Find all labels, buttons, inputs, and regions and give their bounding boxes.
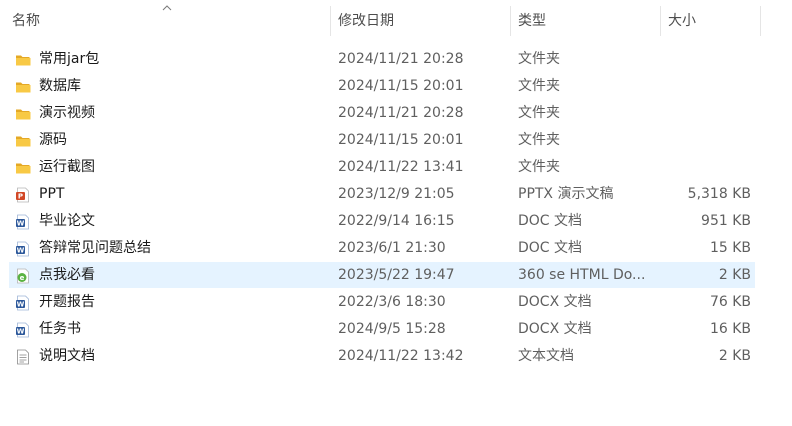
file-name: 开题报告 bbox=[39, 294, 95, 310]
file-row[interactable]: e 点我必看 2023/5/22 19:47 360 se HTML Do... 2 K… bbox=[9, 262, 755, 288]
file-name: 毕业论文 bbox=[39, 213, 95, 229]
file-modified-date: 2024/11/15 20:01 bbox=[338, 78, 464, 94]
folder-icon bbox=[15, 78, 31, 94]
file-name: PPT bbox=[39, 186, 65, 202]
file-size: 15 KB bbox=[709, 240, 751, 256]
folder-row[interactable]: 数据库 2024/11/15 20:01 文件夹 bbox=[9, 73, 755, 99]
file-size: 5,318 KB bbox=[687, 186, 751, 202]
column-header-size[interactable]: 大小 bbox=[668, 0, 696, 42]
file-name: 答辩常见问题总结 bbox=[39, 240, 151, 256]
file-name: 点我必看 bbox=[39, 267, 95, 283]
file-type: 文件夹 bbox=[518, 78, 560, 94]
file-size: 76 KB bbox=[709, 294, 751, 310]
column-header-bar: 名称 修改日期 类型 大小 bbox=[0, 0, 792, 42]
file-type: PPTX 演示文稿 bbox=[518, 186, 614, 202]
file-modified-date: 2023/12/9 21:05 bbox=[338, 186, 455, 202]
file-type: 文本文档 bbox=[518, 348, 574, 364]
file-modified-date: 2024/11/21 20:28 bbox=[338, 105, 464, 121]
doc-file-icon: W bbox=[15, 240, 31, 257]
file-modified-date: 2022/3/6 18:30 bbox=[338, 294, 446, 310]
file-modified-date: 2024/11/21 20:28 bbox=[338, 51, 464, 67]
svg-text:P: P bbox=[18, 193, 23, 201]
file-size: 2 KB bbox=[718, 348, 751, 364]
folder-icon bbox=[15, 132, 31, 148]
file-name: 演示视频 bbox=[39, 105, 95, 121]
file-modified-date: 2024/11/15 20:01 bbox=[338, 132, 464, 148]
chevron-up-icon bbox=[162, 5, 172, 11]
column-divider[interactable] bbox=[760, 6, 761, 36]
file-type: DOC 文档 bbox=[518, 240, 583, 256]
file-size: 951 KB bbox=[701, 213, 751, 229]
svg-text:W: W bbox=[17, 301, 25, 309]
text-file-icon bbox=[15, 348, 31, 365]
file-row[interactable]: W 答辩常见问题总结 2023/6/1 21:30 DOC 文档 15 KB bbox=[9, 235, 755, 261]
file-modified-date: 2023/5/22 19:47 bbox=[338, 267, 455, 283]
doc-file-icon: W bbox=[15, 294, 31, 311]
pptx-file-icon: P bbox=[15, 186, 31, 203]
file-row[interactable]: W 毕业论文 2022/9/14 16:15 DOC 文档 951 KB bbox=[9, 208, 755, 234]
file-type: DOCX 文档 bbox=[518, 294, 592, 310]
column-divider[interactable] bbox=[510, 6, 511, 36]
file-modified-date: 2022/9/14 16:15 bbox=[338, 213, 455, 229]
file-row[interactable]: W 任务书 2024/9/5 15:28 DOCX 文档 16 KB bbox=[9, 316, 755, 342]
folder-icon bbox=[15, 159, 31, 175]
folder-row[interactable]: 运行截图 2024/11/22 13:41 文件夹 bbox=[9, 154, 755, 180]
column-divider[interactable] bbox=[660, 6, 661, 36]
doc-file-icon: W bbox=[15, 213, 31, 230]
folder-icon bbox=[15, 105, 31, 121]
file-size: 16 KB bbox=[709, 321, 751, 337]
file-name: 说明文档 bbox=[39, 348, 95, 364]
file-size: 2 KB bbox=[718, 267, 751, 283]
svg-text:W: W bbox=[17, 328, 25, 336]
file-type: 文件夹 bbox=[518, 51, 560, 67]
doc-file-icon: W bbox=[15, 321, 31, 338]
file-name: 源码 bbox=[39, 132, 67, 148]
html-file-icon: e bbox=[15, 267, 31, 284]
file-type: 文件夹 bbox=[518, 105, 560, 121]
column-header-name[interactable]: 名称 bbox=[12, 0, 40, 42]
file-type: 文件夹 bbox=[518, 132, 560, 148]
folder-row[interactable]: 源码 2024/11/15 20:01 文件夹 bbox=[9, 127, 755, 153]
file-row[interactable]: P PPT 2023/12/9 21:05 PPTX 演示文稿 5,318 KB bbox=[9, 181, 755, 207]
file-type: DOCX 文档 bbox=[518, 321, 592, 337]
file-modified-date: 2024/11/22 13:41 bbox=[338, 159, 464, 175]
file-row[interactable]: 说明文档 2024/11/22 13:42 文本文档 2 KB bbox=[9, 343, 755, 369]
file-name: 数据库 bbox=[39, 78, 81, 94]
column-divider[interactable] bbox=[330, 6, 331, 36]
file-modified-date: 2024/11/22 13:42 bbox=[338, 348, 464, 364]
file-type: 文件夹 bbox=[518, 159, 560, 175]
file-type: 360 se HTML Do... bbox=[518, 267, 646, 283]
svg-text:W: W bbox=[17, 247, 25, 255]
column-header-type[interactable]: 类型 bbox=[518, 0, 546, 42]
folder-row[interactable]: 常用jar包 2024/11/21 20:28 文件夹 bbox=[9, 46, 755, 72]
folder-icon bbox=[15, 51, 31, 67]
file-name: 常用jar包 bbox=[39, 51, 100, 67]
file-name: 任务书 bbox=[39, 321, 81, 337]
file-modified-date: 2024/9/5 15:28 bbox=[338, 321, 446, 337]
file-type: DOC 文档 bbox=[518, 213, 583, 229]
file-name: 运行截图 bbox=[39, 159, 95, 175]
file-row[interactable]: W 开题报告 2022/3/6 18:30 DOCX 文档 76 KB bbox=[9, 289, 755, 315]
svg-text:e: e bbox=[20, 274, 25, 282]
file-modified-date: 2023/6/1 21:30 bbox=[338, 240, 446, 256]
file-explorer-details-view: 名称 修改日期 类型 大小 常用jar包 2024/11/21 20:28 文件夹数… bbox=[0, 0, 792, 426]
column-header-date[interactable]: 修改日期 bbox=[338, 0, 394, 42]
folder-row[interactable]: 演示视频 2024/11/21 20:28 文件夹 bbox=[9, 100, 755, 126]
svg-text:W: W bbox=[17, 220, 25, 228]
